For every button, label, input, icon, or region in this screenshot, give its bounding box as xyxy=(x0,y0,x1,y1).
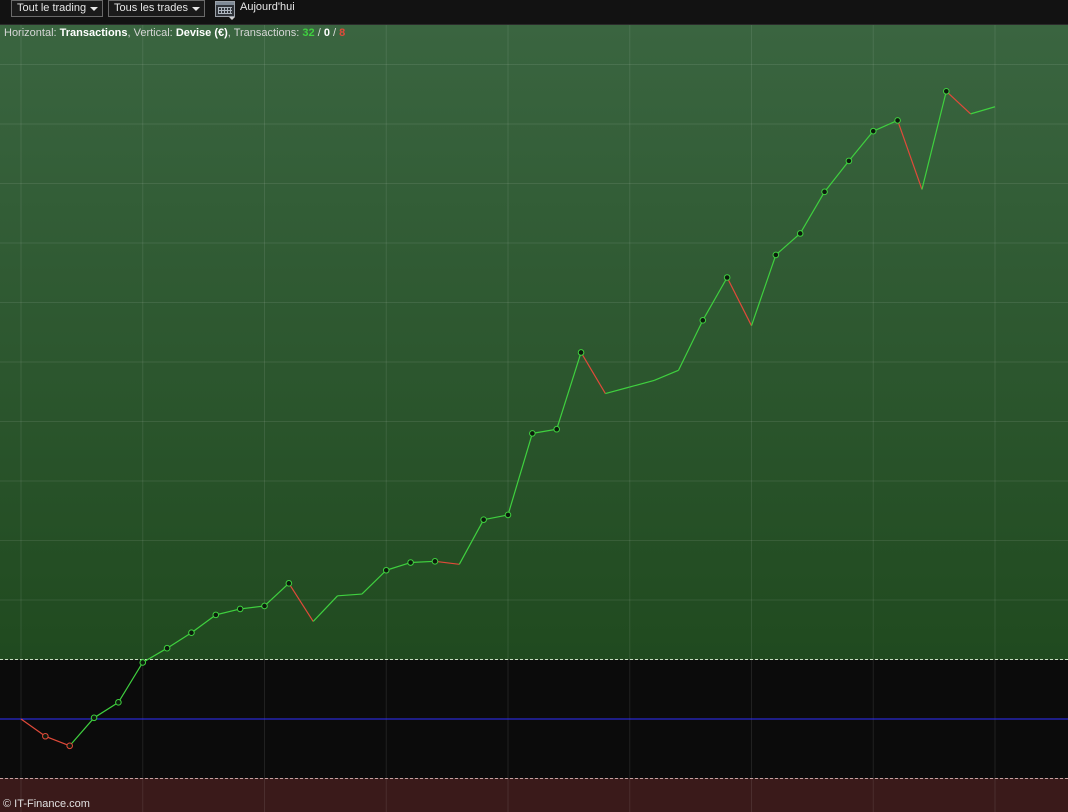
trading-filter-label: Tout le trading xyxy=(17,2,87,14)
data-point xyxy=(42,732,49,740)
data-point xyxy=(90,714,98,722)
data-point xyxy=(772,251,780,259)
vertical-label: , Vertical: xyxy=(127,27,173,39)
data-point xyxy=(480,516,487,523)
count-separator: / xyxy=(329,27,340,39)
winning-trades-count: 32 xyxy=(302,27,315,39)
losing-trades-count: 8 xyxy=(339,27,346,39)
vertical-value: Devise (€) xyxy=(175,27,228,39)
lower-zone xyxy=(0,778,1068,812)
equity-chart xyxy=(0,25,1068,812)
horizontal-value: Transactions xyxy=(59,27,128,39)
trades-filter-dropdown[interactable]: Tous les trades xyxy=(108,0,205,17)
count-separator: / xyxy=(314,27,324,39)
trading-filter-dropdown[interactable]: Tout le trading xyxy=(11,0,104,17)
data-point xyxy=(504,511,512,519)
today-button[interactable]: Aujourd'hui xyxy=(240,1,295,14)
data-point xyxy=(699,317,707,324)
data-point xyxy=(261,602,268,610)
data-point xyxy=(723,274,731,281)
upper-zone xyxy=(0,25,1068,660)
chart-info-line: Horizontal: Transactions, Vertical: Devi… xyxy=(4,27,345,39)
data-point xyxy=(796,230,804,237)
chevron-down-icon xyxy=(191,7,200,11)
data-point xyxy=(407,559,414,566)
data-point xyxy=(66,742,73,750)
horizontal-label: Horizontal: xyxy=(4,27,57,39)
chevron-down-icon xyxy=(229,17,235,20)
data-point xyxy=(115,699,122,706)
data-point xyxy=(821,188,828,196)
transactions-label: , Transactions: xyxy=(227,27,300,39)
data-point xyxy=(943,87,950,95)
data-point xyxy=(431,558,439,565)
copyright-text: © IT-Finance.com xyxy=(3,798,90,810)
data-point xyxy=(236,605,244,613)
data-point xyxy=(845,157,853,165)
data-point xyxy=(382,566,390,574)
chart-canvas xyxy=(0,25,1068,812)
trades-filter-label: Tous les trades xyxy=(114,2,188,14)
data-point xyxy=(553,425,561,433)
data-point xyxy=(894,117,901,124)
data-point xyxy=(285,580,293,587)
toolbar: Tout le trading Tous les trades Aujourd'… xyxy=(0,0,1068,25)
data-point xyxy=(139,659,147,666)
calendar-icon[interactable] xyxy=(215,1,235,20)
data-point xyxy=(869,127,877,135)
data-point xyxy=(577,349,585,356)
data-point xyxy=(212,611,220,619)
data-point xyxy=(163,644,171,652)
data-point xyxy=(529,430,536,437)
chevron-down-icon xyxy=(90,7,99,11)
data-point xyxy=(188,629,195,637)
